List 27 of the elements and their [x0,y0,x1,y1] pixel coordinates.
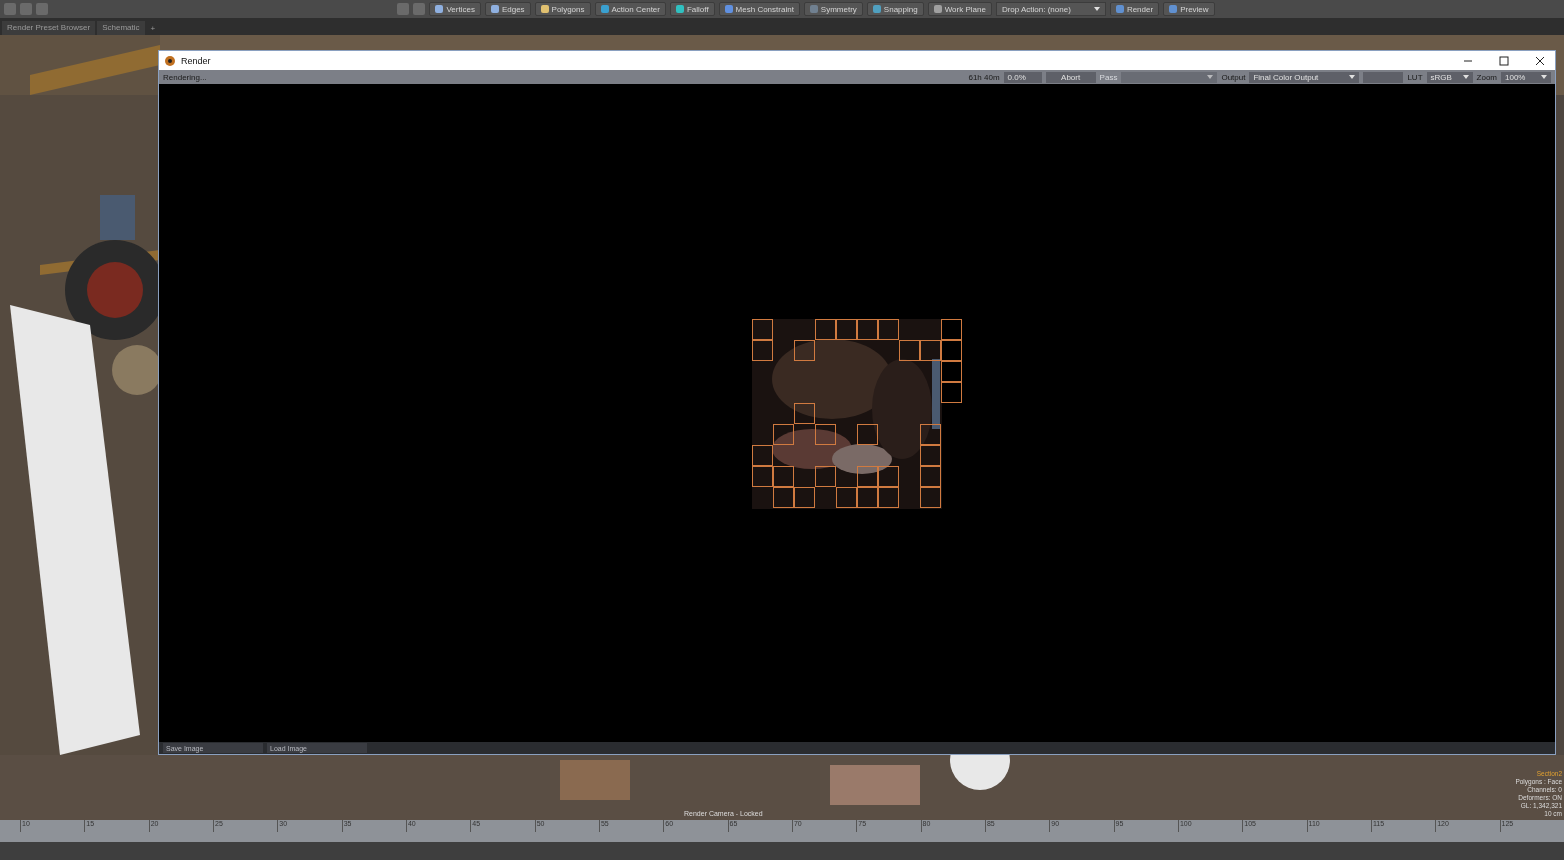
tool-icon [933,5,942,13]
preview-button[interactable]: Preview [1163,2,1215,16]
caret-icon [1093,7,1100,11]
tool-button[interactable]: Action Center [594,2,666,16]
tool-button[interactable]: Polygons [534,2,591,16]
tool-button[interactable]: Edges [484,2,531,16]
panel-tab[interactable]: Render Preset Browser [2,21,96,35]
render-button[interactable]: Render [1109,2,1160,16]
preview-icon [1169,5,1178,13]
tool-icon [540,5,549,13]
tool-icon [490,5,499,13]
tool-icon [600,5,609,13]
tool-button[interactable]: Vertices [429,2,481,16]
tool-button[interactable]: Mesh Constraint [718,2,800,16]
tool-icon [675,5,684,13]
tool-icon [872,5,881,13]
render-icon [1115,5,1124,13]
tool-icon [724,5,733,13]
tool-icon [809,5,818,13]
drop-action-dropdown[interactable]: Drop Action: (none) [995,2,1106,16]
panel-tab[interactable]: Schematic [97,21,145,35]
tool-button[interactable]: Falloff [669,2,715,16]
add-tab-button[interactable]: + [146,22,160,35]
tool-button[interactable]: Symmetry [803,2,863,16]
tool-icon [435,5,444,13]
tool-button[interactable]: Snapping [866,2,924,16]
tool-button[interactable]: Work Plane [927,2,992,16]
